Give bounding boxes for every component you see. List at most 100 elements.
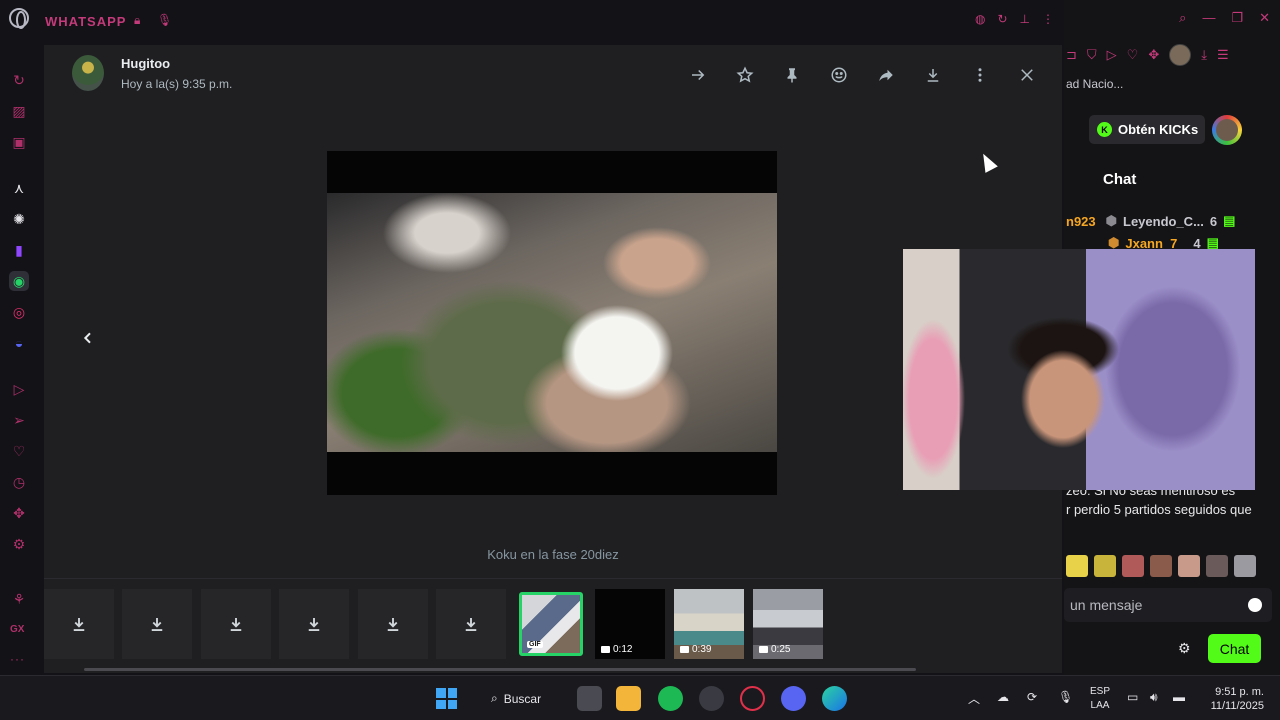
thumbnail-scrollbar[interactable]	[84, 668, 916, 671]
play-icon[interactable]: ▷	[1107, 47, 1117, 63]
pin-panel-icon[interactable]: ⊥	[1020, 12, 1030, 26]
messenger-icon[interactable]: ▣	[9, 132, 29, 152]
language-indicator[interactable]: ESP LAA	[1090, 685, 1110, 713]
taskbar-search[interactable]: ⌕ Buscar	[477, 683, 569, 714]
whatsapp-icon[interactable]: ◉	[9, 271, 29, 291]
emote-icon[interactable]	[1178, 555, 1200, 577]
thumbnail-download[interactable]	[122, 589, 192, 659]
thumbnail-video[interactable]: 0:25	[753, 589, 823, 659]
gx-label[interactable]: GX	[10, 624, 24, 635]
download-icon[interactable]	[921, 63, 944, 86]
thumbnail-video[interactable]: 0:12	[595, 589, 665, 659]
forward-arrow-icon[interactable]	[686, 63, 709, 86]
opera-gx-icon[interactable]	[740, 686, 765, 711]
chat-send-button[interactable]: Chat	[1208, 634, 1261, 663]
thumbnail-download[interactable]	[44, 589, 114, 659]
chatgpt-icon[interactable]: ✺	[9, 209, 29, 229]
minimize-icon[interactable]: —	[1202, 10, 1215, 26]
share-icon[interactable]	[874, 63, 897, 86]
sender-name[interactable]: Hugitoo	[121, 56, 170, 71]
duration-text: 0:12	[613, 644, 633, 655]
instagram-icon[interactable]: ◎	[9, 302, 29, 322]
file-explorer-icon[interactable]	[616, 686, 641, 711]
network-icon[interactable]: ▭	[1127, 690, 1138, 704]
emote-icon[interactable]	[1234, 555, 1256, 577]
restore-icon[interactable]: ❐	[1231, 10, 1243, 26]
thumbnail-video[interactable]: 0:39	[674, 589, 744, 659]
task-view-icon[interactable]	[577, 686, 602, 711]
extensions-icon[interactable]: ✥	[9, 503, 29, 523]
settings-icon[interactable]: ⚙	[9, 534, 29, 554]
thumbnail-download[interactable]	[279, 589, 349, 659]
chat-input[interactable]: un mensaje	[1064, 588, 1272, 622]
bookmark-link[interactable]: ad Nacio...	[1066, 77, 1123, 91]
opera-logo-icon[interactable]	[9, 8, 29, 29]
status-icon[interactable]: ◍	[975, 12, 985, 26]
more-dots[interactable]: ···	[10, 652, 25, 666]
emote-icon[interactable]	[1066, 555, 1088, 577]
reload-icon[interactable]: ↻	[997, 12, 1007, 26]
media-player[interactable]	[327, 151, 777, 495]
get-kicks-button[interactable]: K Obtén KICKs	[1089, 115, 1205, 144]
thumbnail-download[interactable]	[201, 589, 271, 659]
menu-icon[interactable]: ☰	[1217, 47, 1229, 63]
previous-media-icon[interactable]	[78, 328, 98, 348]
lock-icon[interactable]: 🔒︎	[134, 13, 140, 28]
spotify-icon[interactable]	[658, 686, 683, 711]
heart-icon[interactable]: ♡	[9, 441, 29, 461]
extension-bar: ⊐ ⛉ ▷ ♡ ✥ ⤓ ☰	[1066, 44, 1229, 66]
player-icon[interactable]: ▷	[9, 379, 29, 399]
search-icon[interactable]: ⌕	[1179, 10, 1186, 26]
discord-icon[interactable]: ◒	[9, 333, 29, 353]
mute-icon[interactable]: 🎙︎	[157, 13, 172, 27]
aria-icon[interactable]: ⋏	[9, 178, 29, 198]
system-clock[interactable]: 9:51 p. m. 11/11/2025	[1200, 685, 1264, 713]
thumbnail-download[interactable]	[436, 589, 506, 659]
chat-settings-icon[interactable]: ⚙	[1178, 640, 1191, 657]
notes-icon[interactable]: ▨	[9, 101, 29, 121]
volume-icon[interactable]: 🔊︎	[1150, 690, 1158, 705]
download-icon[interactable]: ⤓	[1201, 47, 1207, 63]
tab-icon[interactable]: ⊐	[1066, 47, 1077, 63]
shield-icon[interactable]: ⛉	[1087, 47, 1097, 63]
close-window-icon[interactable]: ✕	[1259, 10, 1270, 26]
avatar[interactable]	[72, 55, 104, 91]
profile-avatar[interactable]	[1169, 44, 1192, 66]
video-frame-image[interactable]	[327, 193, 777, 452]
chevron-up-icon[interactable]: ︿	[968, 690, 980, 707]
emoji-picker-icon[interactable]	[1248, 598, 1262, 612]
user-avatar[interactable]	[1212, 115, 1242, 145]
edge-icon[interactable]	[822, 686, 847, 711]
leaderboard-name[interactable]: n923	[1066, 214, 1096, 229]
emoji-icon[interactable]	[827, 63, 850, 86]
microphone-icon[interactable]: 🎙︎	[1058, 690, 1073, 704]
clock-date: 11/11/2025	[1210, 700, 1264, 712]
battery-icon[interactable]: ▬	[1173, 690, 1185, 704]
video-camera-icon	[680, 646, 689, 653]
emote-icon[interactable]	[1094, 555, 1116, 577]
star-icon[interactable]	[733, 63, 756, 86]
history-icon[interactable]: ↻	[9, 70, 29, 90]
pin-icon[interactable]	[780, 63, 803, 86]
cloud-icon[interactable]: ☁	[997, 690, 1009, 704]
webcam-overlay[interactable]	[903, 249, 1255, 490]
emote-icon[interactable]	[1150, 555, 1172, 577]
panel-menu-icon[interactable]: ⋮	[1042, 12, 1054, 26]
app-icon[interactable]	[699, 686, 724, 711]
thumbnail-gif-selected[interactable]: GIF	[519, 592, 583, 656]
puzzle-icon[interactable]: ✥	[1148, 47, 1159, 63]
close-icon[interactable]	[1015, 63, 1038, 86]
heart-icon[interactable]: ♡	[1127, 47, 1139, 63]
emote-icon[interactable]	[1122, 555, 1144, 577]
more-vertical-icon[interactable]	[968, 63, 991, 86]
clock-icon[interactable]: ◷	[9, 472, 29, 492]
sync-icon[interactable]: ⟳	[1027, 690, 1037, 704]
twitch-icon[interactable]: ▮	[9, 240, 29, 260]
cleaner-icon[interactable]: ⚘	[9, 589, 29, 609]
discord-icon[interactable]	[781, 686, 806, 711]
thumbnail-download[interactable]	[358, 589, 428, 659]
emote-icon[interactable]	[1206, 555, 1228, 577]
send-icon[interactable]: ➢	[9, 410, 29, 430]
leaderboard-name[interactable]: Leyendo_C...	[1123, 214, 1204, 229]
windows-start-icon[interactable]	[436, 688, 457, 709]
